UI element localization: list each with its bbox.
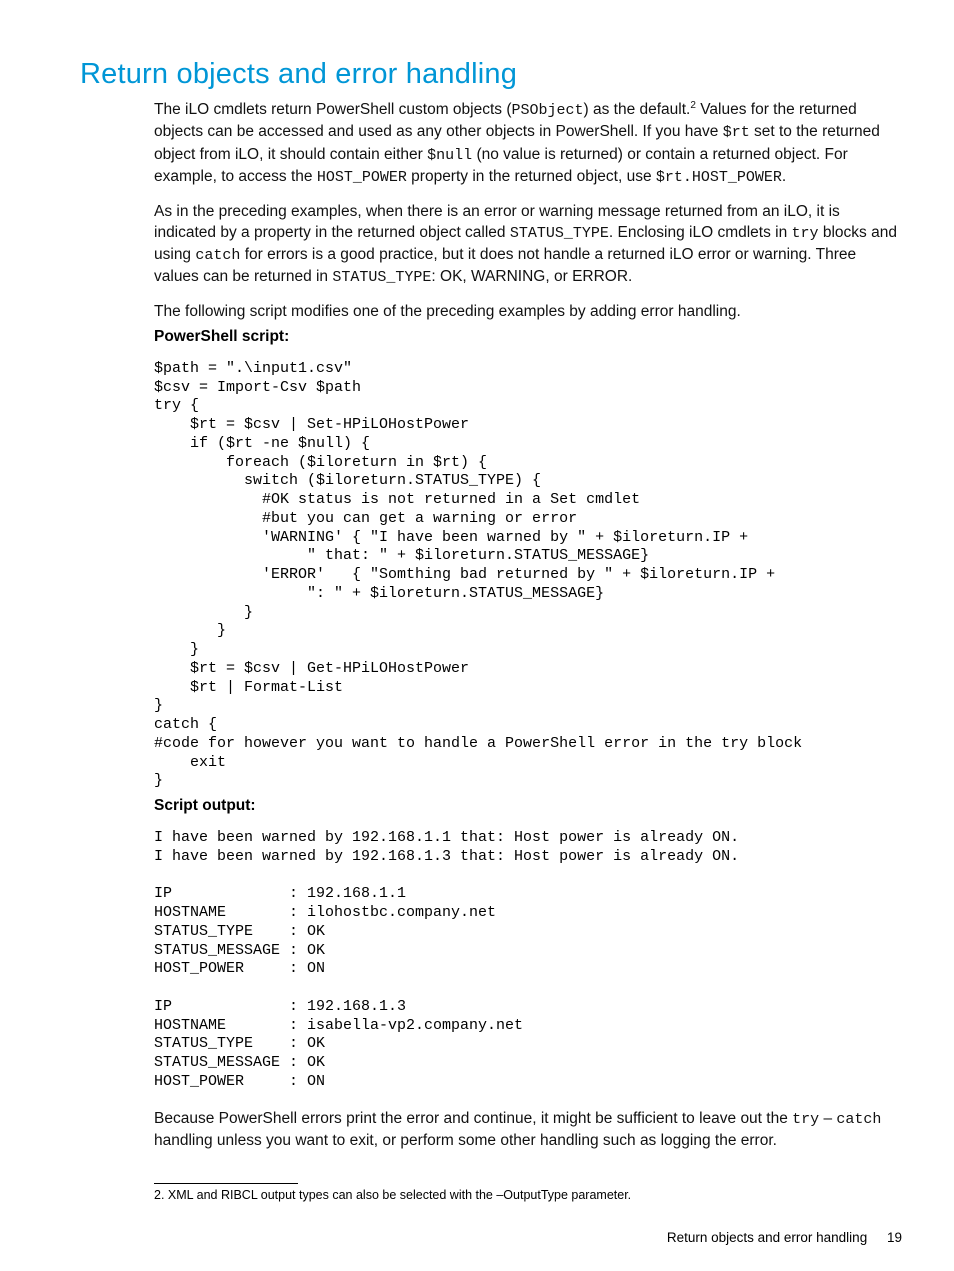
paragraph-1: The iLO cmdlets return PowerShell custom… (154, 99, 898, 189)
code-inline: HOST_POWER (317, 169, 407, 186)
text: . (782, 168, 786, 185)
footnote: 2. XML and RIBCL output types can also b… (154, 1188, 902, 1202)
code-inline: PSObject (512, 102, 584, 119)
body-content: The iLO cmdlets return PowerShell custom… (154, 99, 898, 1151)
footnote-number: 2. (154, 1188, 164, 1202)
text: . Enclosing iLO cmdlets in (609, 224, 792, 241)
code-inline: $rt.HOST_POWER (656, 169, 782, 186)
footer-title: Return objects and error handling (667, 1230, 867, 1245)
code-inline: $rt (723, 124, 750, 141)
text: property in the returned object, use (407, 168, 656, 185)
paragraph-2: As in the preceding examples, when there… (154, 201, 898, 289)
footnote-rule (154, 1183, 298, 1184)
script-output: I have been warned by 192.168.1.1 that: … (154, 829, 898, 1092)
code-inline: catch (195, 247, 240, 264)
section-heading: Return objects and error handling (80, 58, 902, 91)
code-inline: STATUS_TYPE (510, 225, 609, 242)
text: : OK, WARNING, or ERROR. (431, 268, 632, 285)
code-inline: STATUS_TYPE (332, 269, 431, 286)
text: The iLO cmdlets return PowerShell custom… (154, 101, 512, 118)
paragraph-3: The following script modifies one of the… (154, 301, 898, 322)
footnote-text: XML and RIBCL output types can also be s… (164, 1188, 631, 1202)
page: Return objects and error handling The iL… (0, 0, 954, 1271)
code-inline: try (792, 225, 819, 242)
text: Because PowerShell errors print the erro… (154, 1110, 792, 1127)
text: handling unless you want to exit, or per… (154, 1132, 777, 1149)
text: ) as the default. (584, 101, 691, 118)
code-inline: $null (427, 147, 472, 164)
paragraph-4: Because PowerShell errors print the erro… (154, 1108, 898, 1151)
powershell-script: $path = ".\input1.csv" $csv = Import-Csv… (154, 360, 898, 791)
page-number: 19 (887, 1230, 902, 1245)
output-label: Script output: (154, 797, 898, 815)
code-inline: catch (836, 1111, 881, 1128)
code-inline: try (792, 1111, 819, 1128)
page-footer: Return objects and error handling 19 (667, 1230, 902, 1245)
script-label: PowerShell script: (154, 328, 898, 346)
text: – (819, 1110, 836, 1127)
